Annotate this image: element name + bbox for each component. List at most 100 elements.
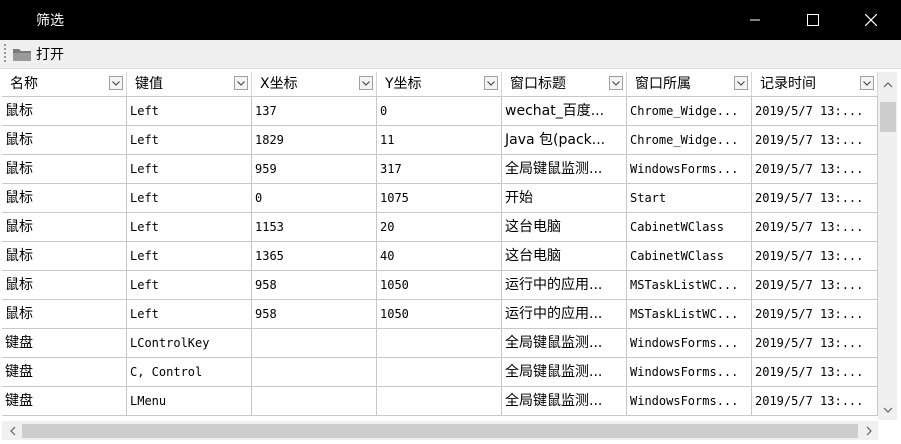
table-cell[interactable]: 2019/5/7 13:... <box>752 126 878 154</box>
table-cell[interactable]: 开始 <box>502 184 627 212</box>
table-cell[interactable] <box>377 358 502 386</box>
column-header[interactable]: 窗口所属 <box>627 72 752 96</box>
table-cell[interactable]: 2019/5/7 13:... <box>752 213 878 241</box>
table-cell[interactable]: CabinetWClass <box>627 242 752 270</box>
table-cell[interactable]: C, Control <box>127 358 252 386</box>
close-button[interactable] <box>842 0 900 40</box>
column-header[interactable]: 记录时间 <box>752 72 878 96</box>
filter-dropdown-icon[interactable] <box>484 76 498 90</box>
table-cell[interactable]: 2019/5/7 13:... <box>752 242 878 270</box>
table-row[interactable]: 鼠标 Left 1365 40 这台电脑 CabinetWClass 2019/5/7 13… <box>2 242 878 271</box>
table-cell[interactable]: 959 <box>252 155 377 183</box>
table-cell[interactable]: 键盘 <box>2 329 127 357</box>
table-cell[interactable]: 键盘 <box>2 358 127 386</box>
filter-dropdown-icon[interactable] <box>234 76 248 90</box>
table-cell[interactable]: 鼠标 <box>2 213 127 241</box>
vertical-scrollbar[interactable] <box>878 72 897 420</box>
table-row[interactable]: 鼠标 Left 1153 20 这台电脑 CabinetWClass 2019/5/7 13… <box>2 213 878 242</box>
table-cell[interactable]: 958 <box>252 271 377 299</box>
table-cell[interactable]: Left <box>127 213 252 241</box>
filter-dropdown-icon[interactable] <box>609 76 623 90</box>
table-cell[interactable]: 958 <box>252 300 377 328</box>
scroll-down-arrow-icon[interactable] <box>879 401 896 418</box>
table-cell[interactable]: 这台电脑 <box>502 242 627 270</box>
table-cell[interactable]: 1075 <box>377 184 502 212</box>
scroll-left-arrow-icon[interactable] <box>4 422 21 439</box>
table-cell[interactable]: LControlKey <box>127 329 252 357</box>
column-header[interactable]: 键值 <box>127 72 252 96</box>
scroll-up-arrow-icon[interactable] <box>879 76 896 93</box>
table-cell[interactable] <box>252 329 377 357</box>
table-row[interactable]: 键盘 LControlKey 全局键鼠监测... WindowsForms... 201… <box>2 329 878 358</box>
table-row[interactable]: 鼠标 Left 959 317 全局键鼠监测... WindowsForms... 2019… <box>2 155 878 184</box>
table-row[interactable]: 鼠标 Left 958 1050 运行中的应用... MSTaskListWC... 201… <box>2 271 878 300</box>
table-cell[interactable]: WindowsForms... <box>627 329 752 357</box>
table-cell[interactable] <box>377 387 502 415</box>
table-cell[interactable]: 11 <box>377 126 502 154</box>
table-cell[interactable]: 2019/5/7 13:... <box>752 300 878 328</box>
table-cell[interactable]: 2019/5/7 13:... <box>752 329 878 357</box>
table-cell[interactable]: 0 <box>377 97 502 125</box>
table-cell[interactable]: 2019/5/7 13:... <box>752 358 878 386</box>
toolbar-grip[interactable] <box>4 44 6 62</box>
table-cell[interactable]: Start <box>627 184 752 212</box>
table-cell[interactable]: CabinetWClass <box>627 213 752 241</box>
table-cell[interactable]: 鼠标 <box>2 97 127 125</box>
table-cell[interactable]: 全局键鼠监测... <box>502 155 627 183</box>
table-cell[interactable]: 鼠标 <box>2 271 127 299</box>
table-cell[interactable]: WindowsForms... <box>627 155 752 183</box>
filter-dropdown-icon[interactable] <box>109 76 123 90</box>
table-cell[interactable]: 1050 <box>377 271 502 299</box>
column-header[interactable]: 窗口标题 <box>502 72 627 96</box>
open-button[interactable]: 打开 <box>12 43 64 65</box>
column-header[interactable]: X坐标 <box>252 72 377 96</box>
table-cell[interactable]: 运行中的应用... <box>502 300 627 328</box>
column-header[interactable]: 名称 <box>2 72 127 96</box>
table-cell[interactable]: 运行中的应用... <box>502 271 627 299</box>
table-cell[interactable]: Left <box>127 97 252 125</box>
table-row[interactable]: 鼠标 Left 958 1050 运行中的应用... MSTaskListWC... 201… <box>2 300 878 329</box>
table-row[interactable]: 键盘 LMenu 全局键鼠监测... WindowsForms... 2019/5/7 … <box>2 387 878 416</box>
table-cell[interactable]: Chrome_Widge... <box>627 97 752 125</box>
table-cell[interactable]: MSTaskListWC... <box>627 300 752 328</box>
table-cell[interactable]: Left <box>127 271 252 299</box>
table-cell[interactable] <box>252 358 377 386</box>
table-cell[interactable]: 鼠标 <box>2 300 127 328</box>
table-cell[interactable]: WindowsForms... <box>627 358 752 386</box>
table-cell[interactable]: MSTaskListWC... <box>627 271 752 299</box>
maximize-button[interactable] <box>784 0 842 40</box>
table-cell[interactable]: Left <box>127 126 252 154</box>
table-cell[interactable]: 2019/5/7 13:... <box>752 155 878 183</box>
table-cell[interactable]: 鼠标 <box>2 155 127 183</box>
table-cell[interactable]: 2019/5/7 13:... <box>752 387 878 415</box>
table-cell[interactable]: 键盘 <box>2 387 127 415</box>
table-cell[interactable]: 2019/5/7 13:... <box>752 271 878 299</box>
table-cell[interactable]: 全局键鼠监测... <box>502 387 627 415</box>
table-cell[interactable]: 1365 <box>252 242 377 270</box>
table-cell[interactable]: 全局键鼠监测... <box>502 329 627 357</box>
table-cell[interactable]: WindowsForms... <box>627 387 752 415</box>
table-cell[interactable]: 这台电脑 <box>502 213 627 241</box>
table-cell[interactable]: 1829 <box>252 126 377 154</box>
table-row[interactable]: 鼠标 Left 1829 11 Java 包(pack... Chrome_Widge..… <box>2 126 878 155</box>
table-row[interactable]: 键盘 C, Control 全局键鼠监测... WindowsForms... 2019… <box>2 358 878 387</box>
table-cell[interactable]: 鼠标 <box>2 126 127 154</box>
table-cell[interactable]: 2019/5/7 13:... <box>752 97 878 125</box>
filter-dropdown-icon[interactable] <box>359 76 373 90</box>
table-cell[interactable]: Java 包(pack... <box>502 126 627 154</box>
table-cell[interactable]: 全局键鼠监测... <box>502 358 627 386</box>
vertical-scroll-thumb[interactable] <box>880 102 896 132</box>
table-cell[interactable]: 0 <box>252 184 377 212</box>
table-cell[interactable]: 317 <box>377 155 502 183</box>
scroll-right-arrow-icon[interactable] <box>860 422 877 439</box>
table-cell[interactable]: 1050 <box>377 300 502 328</box>
table-cell[interactable] <box>377 329 502 357</box>
table-cell[interactable]: 20 <box>377 213 502 241</box>
table-cell[interactable]: 鼠标 <box>2 242 127 270</box>
filter-dropdown-icon[interactable] <box>734 76 748 90</box>
minimize-button[interactable] <box>726 0 784 40</box>
table-cell[interactable]: Left <box>127 242 252 270</box>
table-cell[interactable]: 鼠标 <box>2 184 127 212</box>
table-row[interactable]: 鼠标 Left 0 1075 开始 Start 2019/5/7 13:... <box>2 184 878 213</box>
table-cell[interactable]: LMenu <box>127 387 252 415</box>
